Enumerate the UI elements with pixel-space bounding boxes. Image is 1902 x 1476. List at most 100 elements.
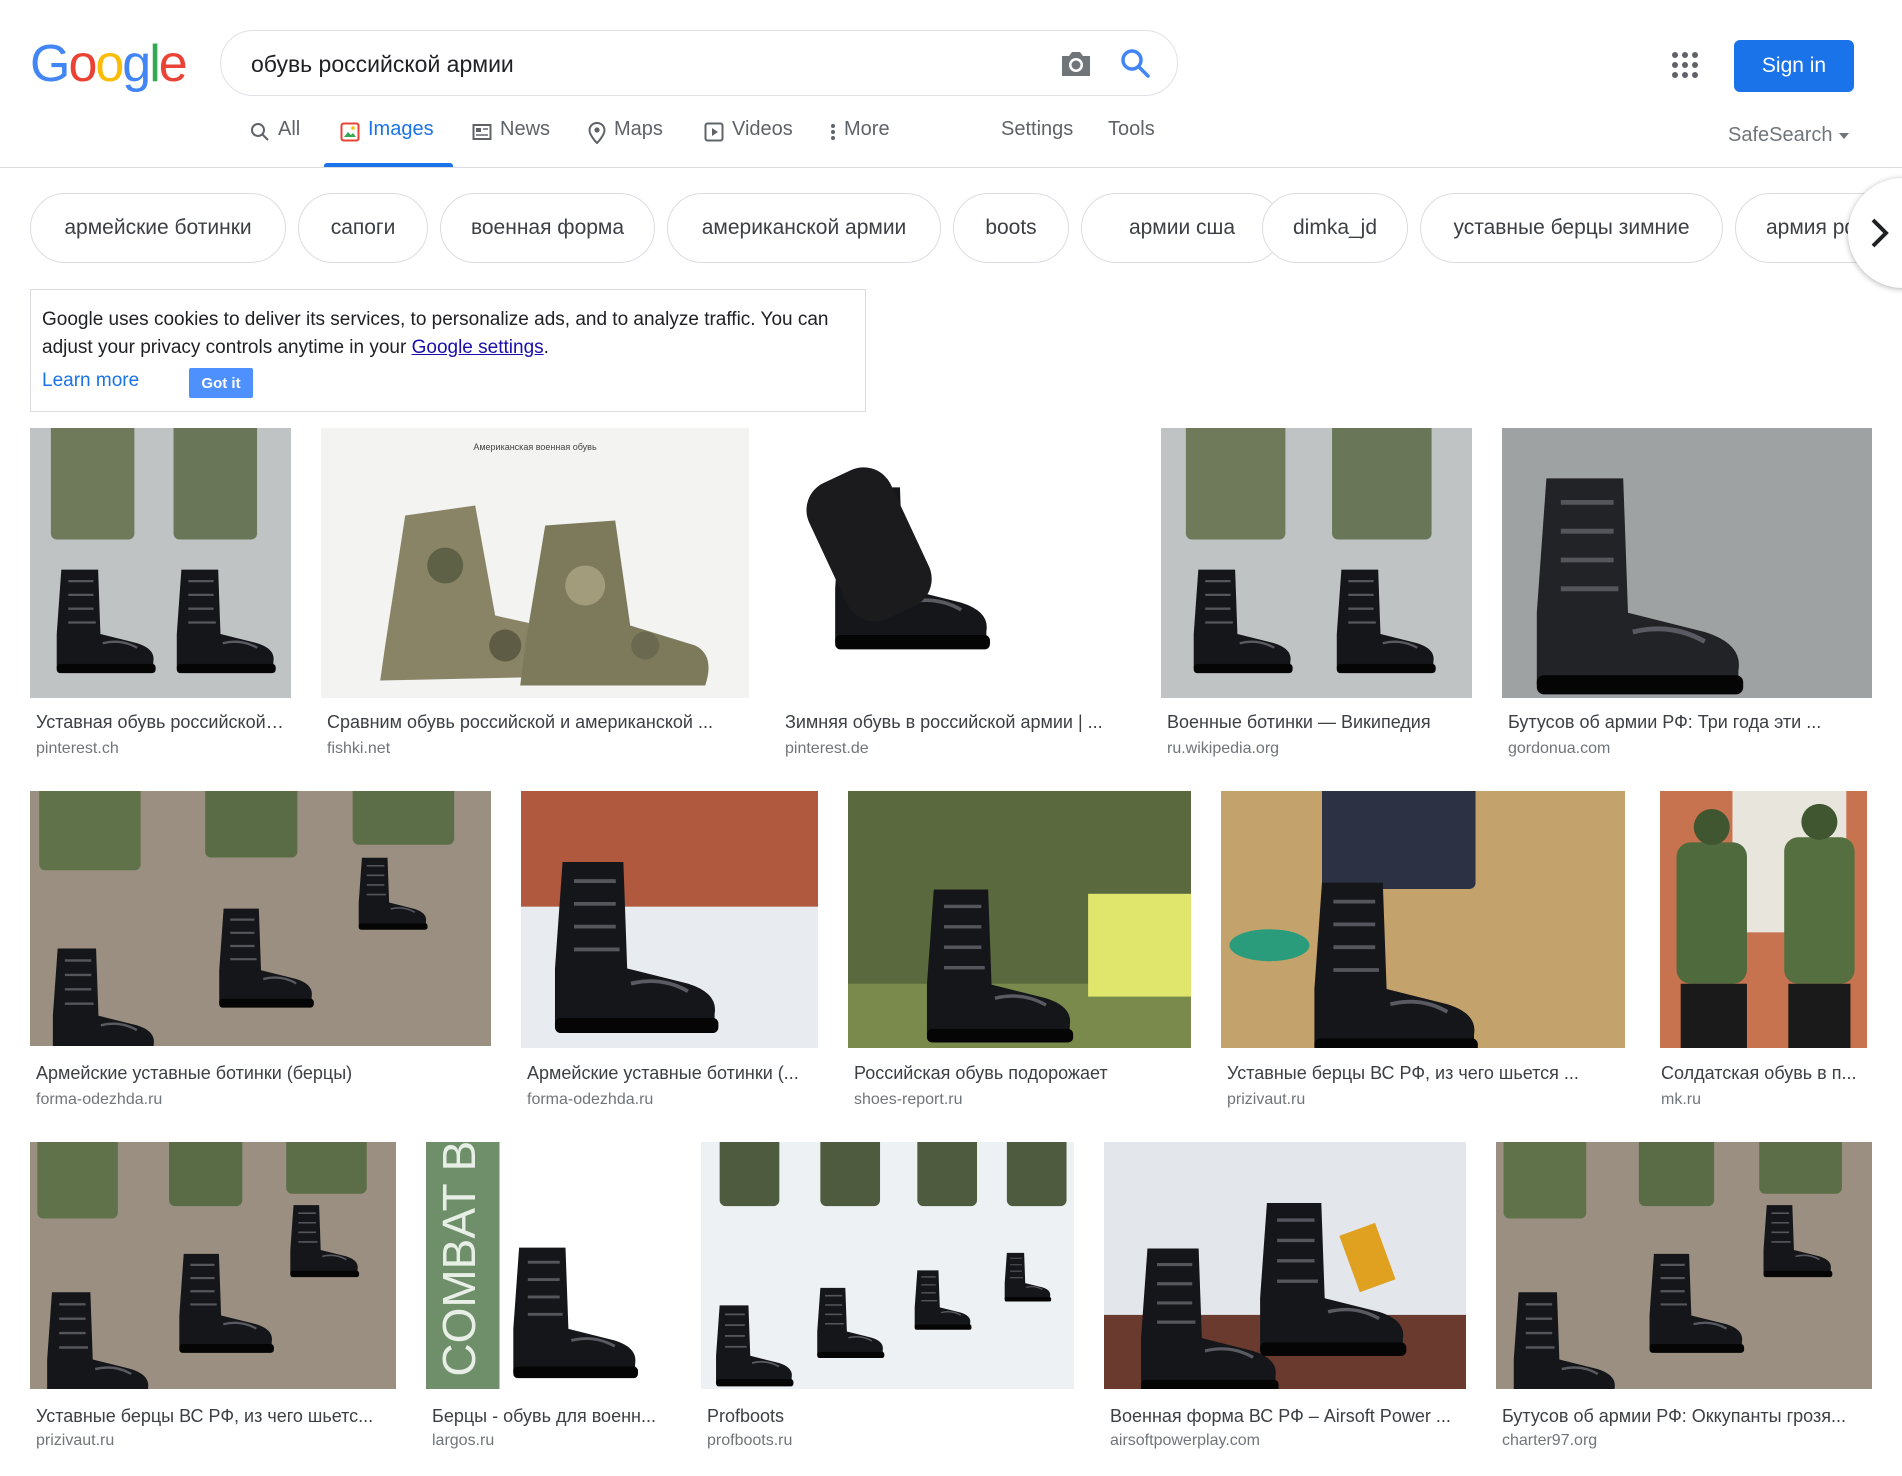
result-thumbnail (30, 1142, 396, 1389)
got-it-button[interactable]: Got it (189, 368, 253, 398)
image-result[interactable]: Уставные берцы ВС РФ, из чего шьетс... p… (30, 1142, 396, 1452)
result-thumbnail (30, 791, 491, 1046)
image-result[interactable]: Profboots profboots.ru (701, 1142, 1074, 1452)
result-title: Армейские уставные ботинки (... (527, 1063, 799, 1083)
image-result[interactable]: Американская военная обувь Сравним обувь… (321, 428, 749, 760)
chip[interactable]: военная форма (440, 193, 655, 263)
result-source: prizivaut.ru (36, 1432, 115, 1449)
tab-videos[interactable]: Videos (704, 118, 793, 166)
tools-label: Tools (1108, 118, 1155, 140)
result-source: mk.ru (1661, 1091, 1701, 1108)
result-source: airsoftpowerplay.com (1110, 1432, 1260, 1449)
settings-label: Settings (1001, 118, 1074, 140)
svg-text:Американская военная обувь: Американская военная обувь (473, 442, 597, 452)
result-title: Уставные берцы ВС РФ, из чего шьетс... (36, 1406, 374, 1426)
chip[interactable]: dimka_jd (1262, 193, 1408, 263)
tab-news[interactable]: News (472, 118, 550, 166)
result-title: Солдатская обувь в п... (1661, 1063, 1857, 1083)
result-thumbnail: Американская военная обувь (321, 428, 749, 698)
news-icon (472, 124, 492, 140)
caret-down-icon (1838, 132, 1849, 139)
tab-label: Images (368, 118, 434, 140)
result-source: forma-odezhda.ru (527, 1091, 654, 1108)
result-title: Российская обувь подорожает (854, 1063, 1108, 1083)
result-thumbnail (1502, 428, 1872, 698)
safesearch-dropdown[interactable]: SafeSearch (1728, 124, 1849, 147)
result-source: pinterest.ch (36, 740, 119, 757)
result-title: Военные ботинки — Википедия (1167, 712, 1431, 732)
svg-text:COMBAT BO: COMBAT BO (433, 1142, 485, 1377)
result-source: prizivaut.ru (1227, 1091, 1306, 1108)
chip[interactable]: уставные берцы зимние (1420, 193, 1723, 263)
image-result[interactable]: Военные ботинки — Википедия ru.wikipedia… (1161, 428, 1472, 760)
result-title: Сравним обувь российской и американской … (327, 712, 713, 732)
apps-grid-icon[interactable] (1672, 52, 1698, 78)
chip[interactable]: армейские ботинки (30, 193, 286, 263)
image-result[interactable]: Армейские уставные ботинки (берцы) forma… (30, 791, 491, 1111)
image-result[interactable]: Армейские уставные ботинки (... forma-od… (521, 791, 818, 1111)
result-title: Profboots (707, 1406, 785, 1426)
result-source: pinterest.de (785, 740, 869, 757)
chip[interactable]: boots (953, 193, 1069, 263)
tab-all[interactable]: All (250, 118, 300, 166)
result-thumbnail (1660, 791, 1867, 1048)
result-source: forma-odezhda.ru (36, 1091, 163, 1108)
search-icon (251, 123, 269, 141)
result-source: charter97.org (1502, 1432, 1598, 1449)
result-source: gordonua.com (1508, 740, 1611, 757)
image-result[interactable]: Военная форма ВС РФ – Airsoft Power ... … (1104, 1142, 1466, 1452)
result-thumbnail (701, 1142, 1074, 1389)
search-input[interactable] (249, 43, 1033, 85)
result-source: fishki.net (327, 740, 391, 757)
result-source: profboots.ru (707, 1432, 793, 1449)
result-thumbnail (1496, 1142, 1872, 1389)
result-source: ru.wikipedia.org (1167, 740, 1280, 757)
image-result[interactable]: Зимняя обувь в российской армии | ... pi… (779, 428, 1131, 760)
search-box[interactable] (220, 30, 1178, 96)
result-thumbnail (1161, 428, 1472, 698)
cookie-banner: Google uses cookies to deliver its servi… (30, 289, 866, 412)
chip[interactable]: сапоги (298, 193, 428, 263)
google-logo[interactable]: Google (30, 38, 188, 90)
more-vert-icon (831, 124, 835, 140)
image-result[interactable]: Бутусов об армии РФ: Оккупанты грозя... … (1496, 1142, 1872, 1452)
tab-maps[interactable]: Maps (588, 118, 663, 166)
tab-label: More (844, 118, 890, 140)
result-thumbnail (779, 428, 1131, 698)
cookie-message: Google uses cookies to deliver its servi… (42, 309, 829, 358)
result-title: Уставные берцы ВС РФ, из чего шьется ... (1227, 1063, 1579, 1083)
result-title: Бутусов об армии РФ: Оккупанты грозя... (1502, 1406, 1846, 1426)
chevron-right-icon (1871, 218, 1889, 248)
image-result[interactable]: Российская обувь подорожает shoes-report… (848, 791, 1191, 1111)
result-source: shoes-report.ru (854, 1091, 963, 1108)
image-result[interactable]: Солдатская обувь в п... mk.ru (1655, 791, 1872, 1111)
chip[interactable]: американской армии (667, 193, 941, 263)
settings-link[interactable]: Settings (1001, 118, 1073, 166)
result-thumbnail (848, 791, 1191, 1048)
image-icon (340, 122, 360, 142)
result-title: Зимняя обувь в российской армии | ... (785, 712, 1103, 732)
tools-link[interactable]: Tools (1108, 118, 1155, 166)
learn-more-link[interactable]: Learn more (42, 370, 139, 392)
image-result[interactable]: Уставные берцы ВС РФ, из чего шьется ...… (1221, 791, 1625, 1111)
result-thumbnail (521, 791, 818, 1048)
result-thumbnail (1104, 1142, 1466, 1389)
result-title: Военная форма ВС РФ – Airsoft Power ... (1110, 1406, 1451, 1426)
tab-more[interactable]: More (830, 118, 890, 166)
result-title: Бутусов об армии РФ: Три года эти ... (1508, 712, 1822, 732)
camera-icon[interactable] (1059, 49, 1093, 79)
header-divider (0, 167, 1902, 168)
chip[interactable]: армии сша (1081, 193, 1283, 263)
tab-images[interactable]: Images (340, 118, 434, 166)
tab-label: All (278, 118, 301, 140)
map-pin-icon (588, 122, 606, 144)
result-thumbnail (30, 428, 291, 698)
search-icon[interactable] (1119, 47, 1151, 79)
image-result[interactable]: Уставная обувь российской армии pinteres… (30, 428, 291, 760)
image-result[interactable]: Бутусов об армии РФ: Три года эти ... go… (1502, 428, 1872, 760)
image-result[interactable]: COMBAT BO Берцы - обувь для военн... lar… (426, 1142, 671, 1452)
google-settings-link[interactable]: Google settings (412, 337, 544, 358)
result-source: largos.ru (432, 1432, 495, 1449)
sign-in-button[interactable]: Sign in (1734, 40, 1854, 92)
tab-label: Videos (732, 118, 793, 140)
